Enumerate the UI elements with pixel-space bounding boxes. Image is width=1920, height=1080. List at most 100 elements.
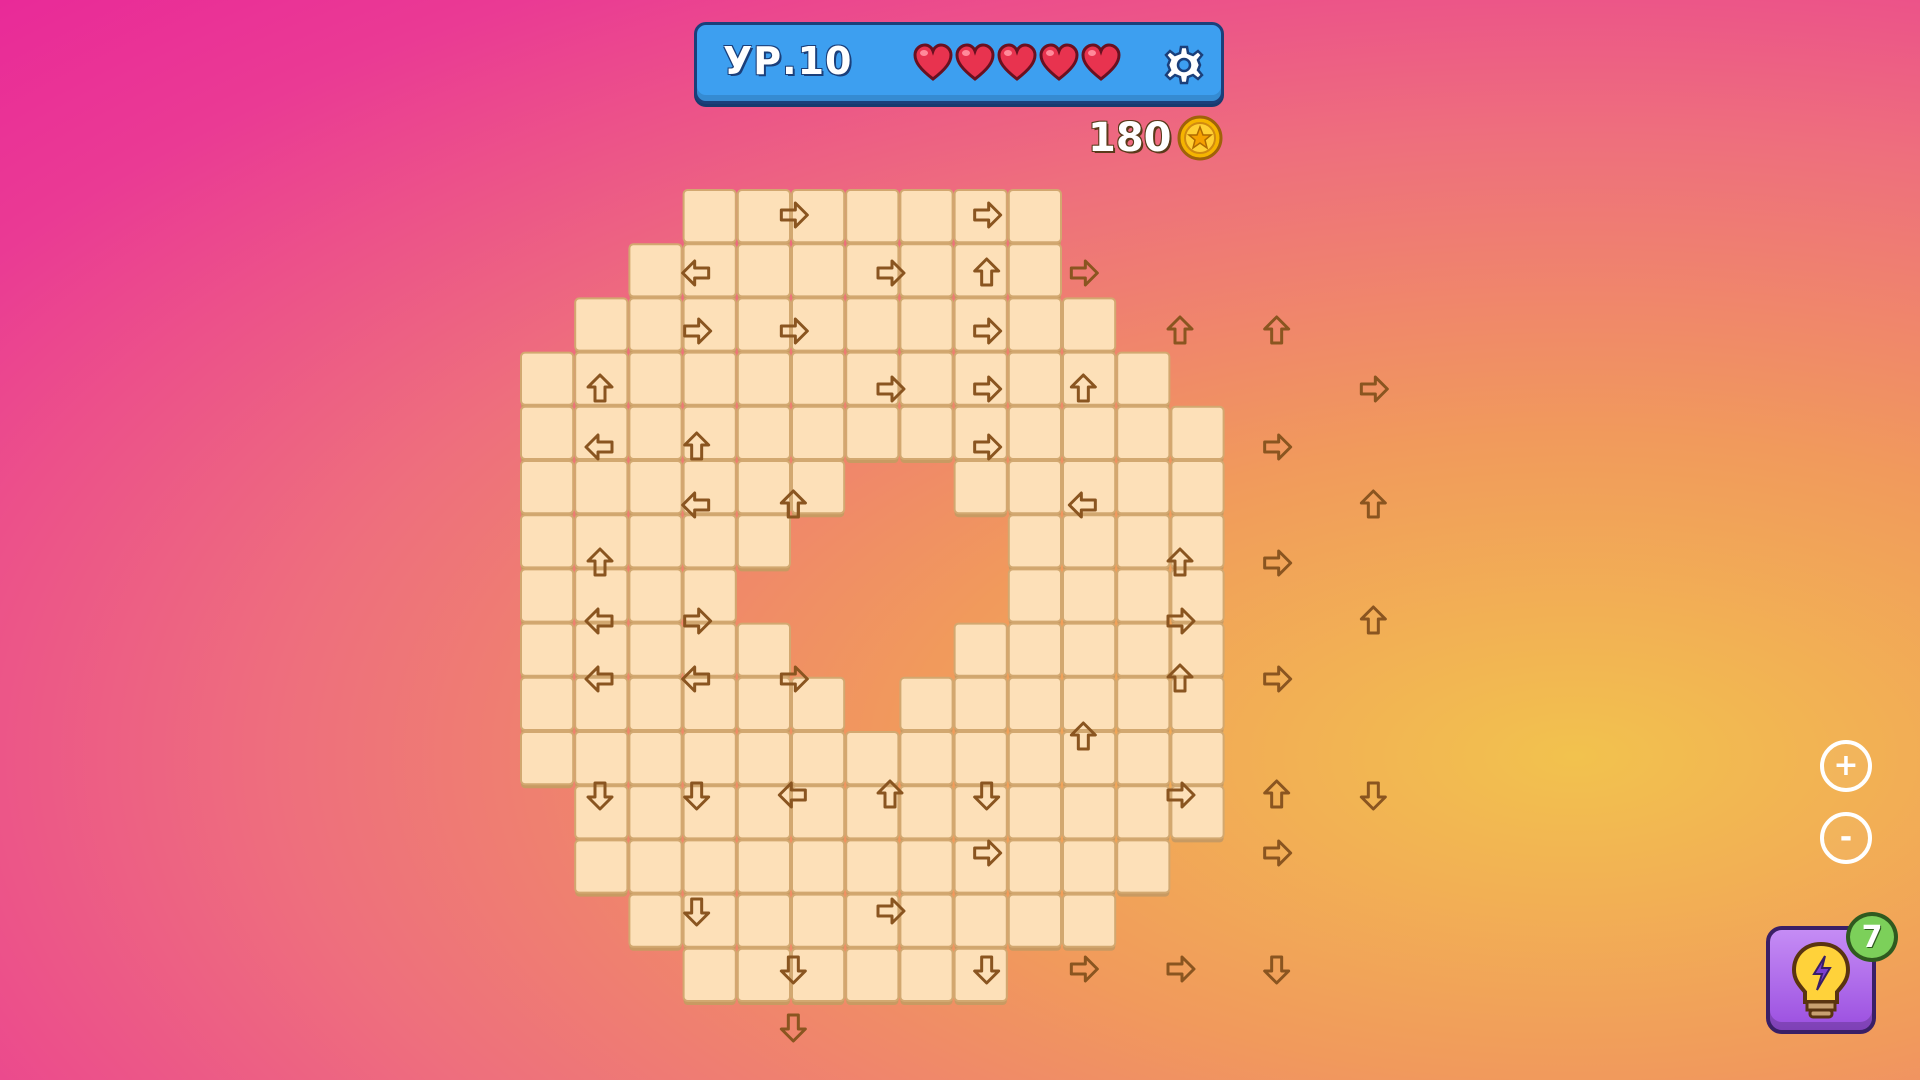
tile-block[interactable] <box>736 622 791 677</box>
tile-block[interactable] <box>736 351 791 406</box>
tile-block[interactable] <box>520 676 575 731</box>
tile-block[interactable] <box>791 839 846 894</box>
arrow-right-icon[interactable] <box>1359 375 1389 403</box>
tile-block[interactable] <box>953 351 1008 406</box>
tile-block[interactable] <box>791 189 846 244</box>
tile-block[interactable] <box>520 731 575 786</box>
tile-block[interactable] <box>628 568 683 623</box>
tile-block[interactable] <box>791 785 846 840</box>
tile-block[interactable] <box>791 893 846 948</box>
tile-block[interactable] <box>628 460 683 515</box>
tile-block[interactable] <box>791 351 846 406</box>
tile-block[interactable] <box>736 731 791 786</box>
zoom-in-button[interactable]: + <box>1820 740 1872 792</box>
tile-block[interactable] <box>899 947 954 1002</box>
tile-block[interactable] <box>1170 622 1225 677</box>
tile-block[interactable] <box>899 297 954 352</box>
tile-block[interactable] <box>899 405 954 460</box>
arrow-up-icon[interactable] <box>1359 489 1387 519</box>
tile-block[interactable] <box>899 785 954 840</box>
tile-block[interactable] <box>1062 839 1117 894</box>
tile-block[interactable] <box>628 731 683 786</box>
tile-block[interactable] <box>845 243 900 298</box>
tile-block[interactable] <box>845 405 900 460</box>
tile-block[interactable] <box>1170 676 1225 731</box>
tile-block[interactable] <box>1116 676 1171 731</box>
tile-block[interactable] <box>1007 514 1062 569</box>
tile-block[interactable] <box>845 785 900 840</box>
tile-block[interactable] <box>520 460 575 515</box>
tile-block[interactable] <box>574 351 629 406</box>
tile-block[interactable] <box>845 731 900 786</box>
tile-block[interactable] <box>1007 893 1062 948</box>
tile-block[interactable] <box>682 568 737 623</box>
tile-block[interactable] <box>736 947 791 1002</box>
tile-block[interactable] <box>1170 568 1225 623</box>
tile-block[interactable] <box>899 893 954 948</box>
tile-block[interactable] <box>791 243 846 298</box>
tile-block[interactable] <box>1062 676 1117 731</box>
tile-block[interactable] <box>899 243 954 298</box>
tile-block[interactable] <box>1062 514 1117 569</box>
zoom-out-button[interactable]: - <box>1820 812 1872 864</box>
tile-block[interactable] <box>1116 460 1171 515</box>
tile-block[interactable] <box>574 460 629 515</box>
tile-block[interactable] <box>682 839 737 894</box>
arrow-down-icon[interactable] <box>1263 955 1291 985</box>
tile-block[interactable] <box>736 893 791 948</box>
tile-block[interactable] <box>574 785 629 840</box>
tile-block[interactable] <box>953 676 1008 731</box>
tile-block[interactable] <box>1007 622 1062 677</box>
tile-block[interactable] <box>736 839 791 894</box>
tile-block[interactable] <box>899 351 954 406</box>
tile-block[interactable] <box>1062 893 1117 948</box>
tile-block[interactable] <box>1007 405 1062 460</box>
tile-block[interactable] <box>628 622 683 677</box>
tile-block[interactable] <box>520 351 575 406</box>
arrow-right-icon[interactable] <box>1263 549 1293 577</box>
tile-block[interactable] <box>1170 514 1225 569</box>
tile-block[interactable] <box>520 514 575 569</box>
tile-block[interactable] <box>574 839 629 894</box>
arrow-up-icon[interactable] <box>1359 605 1387 635</box>
tile-block[interactable] <box>1116 514 1171 569</box>
tile-block[interactable] <box>736 460 791 515</box>
tile-block[interactable] <box>1062 297 1117 352</box>
arrow-right-icon[interactable] <box>1263 433 1293 461</box>
tile-block[interactable] <box>1007 351 1062 406</box>
arrow-up-icon[interactable] <box>1263 779 1291 809</box>
arrow-right-icon[interactable] <box>1263 839 1293 867</box>
tile-block[interactable] <box>736 243 791 298</box>
tile-block[interactable] <box>682 622 737 677</box>
tile-block[interactable] <box>574 731 629 786</box>
tile-block[interactable] <box>682 731 737 786</box>
arrow-right-icon[interactable] <box>1069 259 1099 287</box>
arrow-down-icon[interactable] <box>1359 781 1387 811</box>
arrow-right-icon[interactable] <box>1069 955 1099 983</box>
tile-block[interactable] <box>1116 351 1171 406</box>
tile-block[interactable] <box>899 189 954 244</box>
tile-block[interactable] <box>1007 731 1062 786</box>
tile-block[interactable] <box>628 243 683 298</box>
tile-block[interactable] <box>953 460 1008 515</box>
tile-block[interactable] <box>628 839 683 894</box>
tile-block[interactable] <box>1062 622 1117 677</box>
tile-block[interactable] <box>1062 568 1117 623</box>
tile-block[interactable] <box>736 405 791 460</box>
tile-block[interactable] <box>682 189 737 244</box>
tile-block[interactable] <box>845 297 900 352</box>
tile-block[interactable] <box>953 622 1008 677</box>
tile-block[interactable] <box>1116 731 1171 786</box>
tile-block[interactable] <box>682 351 737 406</box>
tile-block[interactable] <box>574 297 629 352</box>
tile-block[interactable] <box>1116 622 1171 677</box>
tile-block[interactable] <box>628 514 683 569</box>
tile-block[interactable] <box>899 731 954 786</box>
tile-block[interactable] <box>1062 785 1117 840</box>
arrow-down-icon[interactable] <box>779 1013 807 1043</box>
tile-block[interactable] <box>628 351 683 406</box>
tile-block[interactable] <box>845 947 900 1002</box>
tile-block[interactable] <box>953 893 1008 948</box>
tile-block[interactable] <box>628 676 683 731</box>
tile-block[interactable] <box>736 676 791 731</box>
